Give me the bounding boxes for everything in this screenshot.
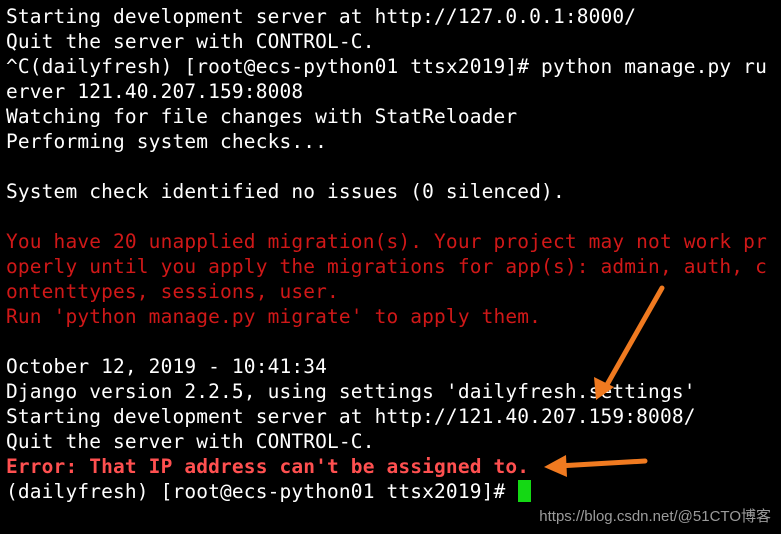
migration-warning-line: Run 'python manage.py migrate' to apply … <box>6 305 542 328</box>
migration-warning-line: You have 20 unapplied migration(s). Your… <box>6 230 767 253</box>
terminal-line: Starting development server at http://12… <box>6 5 637 28</box>
terminal-line: ^C(dailyfresh) [root@ecs-python01 ttsx20… <box>6 55 767 78</box>
terminal-line: System check identified no issues (0 sil… <box>6 180 565 203</box>
command-prompt-line[interactable]: (dailyfresh) [root@ecs-python01 ttsx2019… <box>6 479 532 504</box>
watermark: https://blog.csdn.net/@51CTO博客 <box>539 508 771 525</box>
error-message-line: Error: That IP address can't be assigned… <box>6 455 530 478</box>
terminal-line: Quit the server with CONTROL-C. <box>6 430 375 453</box>
shell-prompt: (dailyfresh) [root@ecs-python01 ttsx2019… <box>6 480 518 503</box>
terminal-cursor <box>518 480 532 502</box>
migration-warning-line: operly until you apply the migrations fo… <box>6 255 767 278</box>
terminal-line: October 12, 2019 - 10:41:34 <box>6 355 328 378</box>
terminal-line: Quit the server with CONTROL-C. <box>6 30 375 53</box>
terminal-line: Django version 2.2.5, using settings 'da… <box>6 380 696 403</box>
terminal-line: Starting development server at http://12… <box>6 405 696 428</box>
terminal-window[interactable]: Starting development server at http://12… <box>0 0 781 534</box>
migration-warning-line: ontenttypes, sessions, user. <box>6 280 339 303</box>
terminal-line: erver 121.40.207.159:8008 <box>6 80 304 103</box>
terminal-line: Performing system checks... <box>6 130 328 153</box>
terminal-line: Watching for file changes with StatReloa… <box>6 105 518 128</box>
